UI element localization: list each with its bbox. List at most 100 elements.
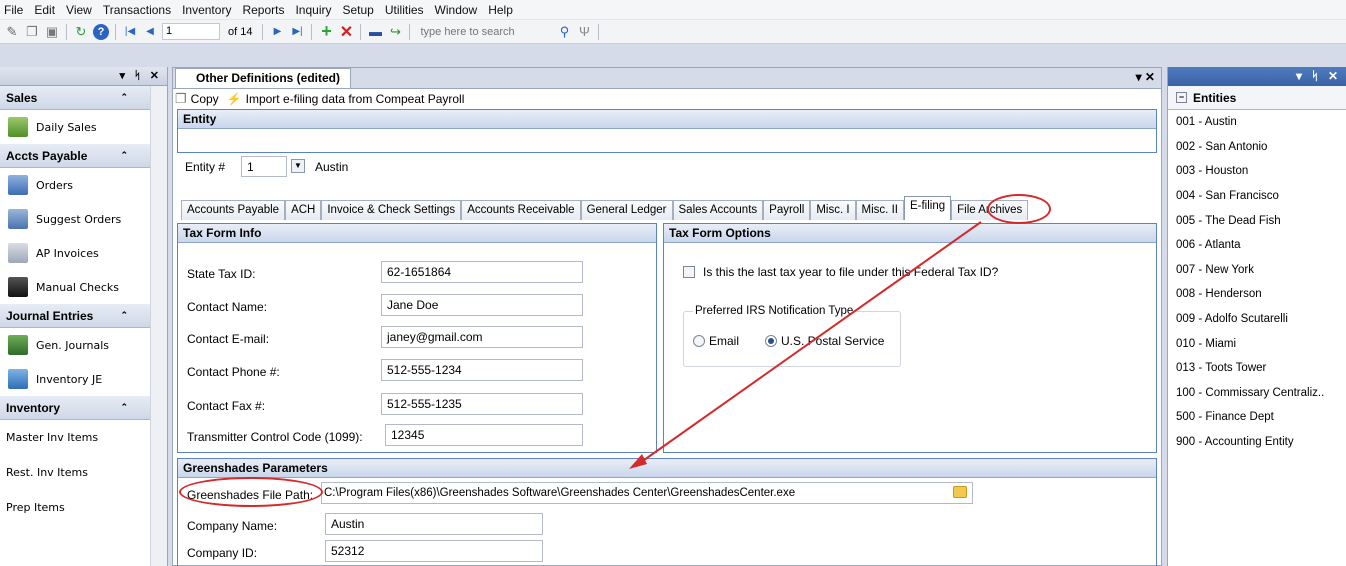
import-button[interactable]: Import e-filing data from Compeat Payrol… (246, 92, 465, 106)
entity-item[interactable]: 008 - Henderson (1168, 282, 1346, 307)
help-icon[interactable]: ? (93, 23, 109, 40)
collapse-icon[interactable]: − (1176, 92, 1187, 103)
menu-help[interactable]: Help (488, 3, 513, 17)
close-document-icon[interactable]: ▾ ✕ (1136, 70, 1155, 84)
nav-item-daily-sales[interactable]: Daily Sales (0, 110, 167, 144)
copy-icon[interactable]: ❐ (24, 24, 40, 40)
section-journal-entries[interactable]: Journal Entries ⌃ (0, 304, 150, 328)
search-input[interactable] (416, 22, 553, 41)
nav-item-suggest-orders[interactable]: Suggest Orders (0, 202, 167, 236)
document-tab[interactable]: Other Definitions (edited) (175, 68, 351, 88)
entity-item[interactable]: 003 - Houston (1168, 159, 1346, 184)
entity-item[interactable]: 009 - Adolfo Scutarelli (1168, 307, 1346, 332)
tab-accounts-receivable[interactable]: Accounts Receivable (461, 200, 581, 220)
nav-item-rest-inv-items[interactable]: Rest. Inv Items (0, 455, 167, 490)
tab-accounts-payable[interactable]: Accounts Payable (181, 200, 286, 220)
greenshades-file-path-input[interactable]: C:\Program Files(x86)\Greenshades Softwa… (321, 482, 973, 504)
entity-item[interactable]: 010 - Miami (1168, 331, 1346, 356)
entity-item[interactable]: 002 - San Antonio (1168, 135, 1346, 160)
previous-record-icon[interactable]: ◀ (142, 24, 158, 40)
pin-icon[interactable]: ᛋ (134, 70, 141, 82)
nav-item-prep-items[interactable]: Prep Items (0, 490, 167, 525)
collapse-icon[interactable]: ⌃ (120, 310, 128, 321)
first-record-icon[interactable]: |◀ (122, 24, 138, 40)
collapse-icon[interactable]: ⌃ (120, 92, 128, 103)
copy-button[interactable]: Copy (191, 92, 219, 106)
menu-inventory[interactable]: Inventory (182, 3, 231, 17)
last-tax-year-checkbox[interactable] (683, 266, 695, 278)
postal-radio[interactable] (765, 335, 777, 347)
tab-invoice-check-settings[interactable]: Invoice & Check Settings (321, 200, 462, 220)
close-icon[interactable]: ✕ (1328, 69, 1338, 83)
e-filing-annotation-circle (987, 194, 1051, 224)
next-record-icon[interactable]: ▶ (269, 24, 285, 40)
save-icon[interactable]: ▬ (367, 24, 383, 40)
panel-menu-icon[interactable]: ▾ (1296, 69, 1302, 83)
menu-view[interactable]: View (66, 3, 92, 17)
add-icon[interactable]: + (318, 21, 334, 41)
search-icon[interactable]: ⚲ (556, 24, 572, 40)
ap-invoices-icon (8, 243, 28, 263)
tab-sales-accounts[interactable]: Sales Accounts (672, 200, 764, 220)
entity-item[interactable]: 900 - Accounting Entity (1168, 430, 1346, 455)
transmitter-control-code-input[interactable]: 12345 (385, 424, 583, 446)
menu-reports[interactable]: Reports (242, 3, 284, 17)
filter-icon[interactable]: Ψ (576, 24, 592, 40)
collapse-icon[interactable]: ⌃ (120, 402, 128, 413)
close-icon[interactable]: ✕ (150, 70, 159, 82)
tab-ach[interactable]: ACH (285, 200, 322, 220)
contact-phone-input[interactable]: 512-555-1234 (381, 359, 583, 381)
menu-edit[interactable]: Edit (34, 3, 55, 17)
wand-icon[interactable]: ✎ (4, 24, 20, 40)
menu-setup[interactable]: Setup (343, 3, 374, 17)
undo-icon[interactable]: ↪ (387, 24, 403, 40)
menu-window[interactable]: Window (435, 3, 478, 17)
tab-misc-2[interactable]: Misc. II (855, 200, 904, 220)
menu-inquiry[interactable]: Inquiry (295, 3, 331, 17)
entity-item[interactable]: 001 - Austin (1168, 110, 1346, 135)
nav-item-ap-invoices[interactable]: AP Invoices (0, 236, 167, 270)
entity-item[interactable]: 006 - Atlanta (1168, 233, 1346, 258)
delete-icon[interactable]: ✕ (338, 24, 354, 41)
tab-general-ledger[interactable]: General Ledger (580, 200, 673, 220)
paste-icon[interactable]: ▣ (44, 24, 60, 40)
nav-item-gen-journals[interactable]: Gen. Journals (0, 328, 167, 362)
entity-item[interactable]: 100 - Commissary Centraliz.. (1168, 381, 1346, 406)
entity-number-input[interactable]: 1 (241, 156, 287, 177)
menu-transactions[interactable]: Transactions (103, 3, 171, 17)
menu-file[interactable]: File (4, 3, 23, 17)
last-record-icon[interactable]: ▶| (289, 24, 305, 40)
email-radio[interactable] (693, 335, 705, 347)
entity-item[interactable]: 013 - Toots Tower (1168, 356, 1346, 381)
contact-name-input[interactable]: Jane Doe (381, 294, 583, 316)
section-inventory[interactable]: Inventory ⌃ (0, 396, 150, 420)
scrollbar[interactable] (150, 86, 167, 566)
state-tax-id-input[interactable]: 62-1651864 (381, 261, 583, 283)
company-name-input[interactable]: Austin (325, 513, 543, 535)
nav-item-inventory-je[interactable]: Inventory JE (0, 362, 167, 396)
entity-item[interactable]: 500 - Finance Dept (1168, 405, 1346, 430)
tab-misc-1[interactable]: Misc. I (810, 200, 856, 220)
tab-e-filing[interactable]: E-filing (903, 196, 952, 220)
contact-fax-input[interactable]: 512-555-1235 (381, 393, 583, 415)
pin-icon[interactable]: ᛋ (1311, 69, 1318, 83)
entity-item[interactable]: 004 - San Francisco (1168, 184, 1346, 209)
page-number-input[interactable]: 1 (162, 23, 220, 40)
section-sales[interactable]: Sales ⌃ (0, 86, 150, 110)
entity-item[interactable]: 007 - New York (1168, 258, 1346, 283)
menu-utilities[interactable]: Utilities (385, 3, 424, 17)
dropdown-arrow-icon[interactable]: ▼ (291, 159, 305, 173)
entity-item[interactable]: 005 - The Dead Fish (1168, 208, 1346, 233)
nav-item-manual-checks[interactable]: Manual Checks (0, 270, 167, 304)
nav-item-master-inv-items[interactable]: Master Inv Items (0, 420, 167, 455)
nav-item-orders[interactable]: Orders (0, 168, 167, 202)
copy-icon: ❐ (175, 90, 187, 106)
tab-payroll[interactable]: Payroll (763, 200, 811, 220)
panel-menu-icon[interactable]: ▾ (120, 70, 126, 82)
folder-icon[interactable] (953, 486, 967, 498)
refresh-icon[interactable]: ↻ (73, 24, 89, 40)
contact-email-input[interactable]: janey@gmail.com (381, 326, 583, 348)
company-id-input[interactable]: 52312 (325, 540, 543, 562)
section-accts-payable[interactable]: Accts Payable ⌃ (0, 144, 150, 168)
collapse-icon[interactable]: ⌃ (120, 150, 128, 161)
